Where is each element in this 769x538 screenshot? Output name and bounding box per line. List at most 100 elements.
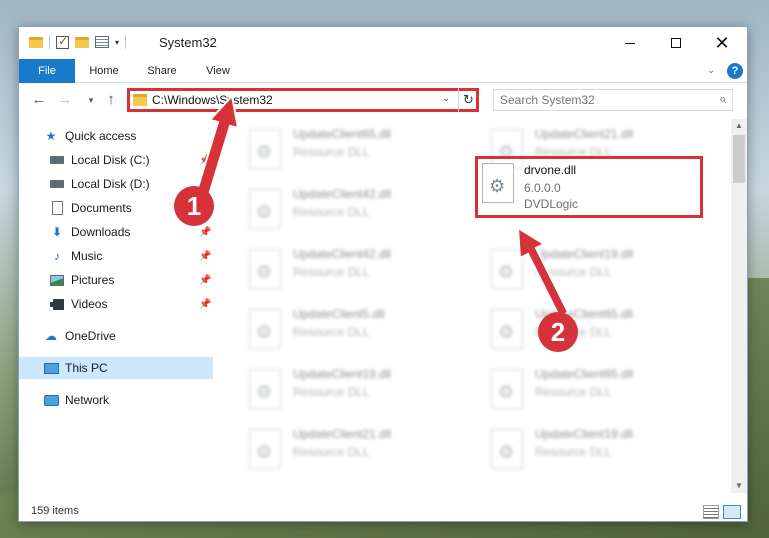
back-button[interactable]: ← [29, 90, 49, 110]
scroll-up-icon[interactable]: ▲ [731, 119, 747, 133]
item-count: 159 items [31, 505, 79, 517]
maximize-button[interactable] [653, 27, 699, 59]
scroll-down-icon[interactable]: ▼ [731, 479, 747, 493]
search-input[interactable] [494, 90, 704, 110]
sidebar-item-label: Local Disk (D:) [71, 177, 150, 191]
file-item[interactable]: UpdateClient21.dll Resource DLL [241, 423, 471, 479]
sidebar-item-network[interactable]: Network [43, 389, 237, 411]
file-item[interactable]: UpdateClient5.dll Resource DLL [241, 303, 471, 359]
file-item[interactable]: UpdateClient65.dll Resource DLL [483, 303, 713, 359]
cloud-icon: ☁ [45, 329, 57, 343]
download-icon: ⬇ [51, 225, 63, 239]
sidebar-item-label: Local Disk (C:) [71, 153, 150, 167]
minimize-button[interactable] [607, 27, 653, 59]
disk-icon [49, 177, 65, 191]
pin-icon[interactable]: 📌 [199, 227, 211, 238]
sidebar-item-label: Network [65, 393, 110, 407]
dll-file-icon [249, 249, 281, 289]
star-icon: ★ [45, 129, 57, 143]
sidebar-item-music[interactable]: ♪ Music 📌 [49, 245, 243, 267]
sidebar-item-label: Documents [71, 201, 132, 215]
sidebar-item-label: OneDrive [65, 329, 116, 343]
tab-share[interactable]: Share [137, 59, 187, 83]
file-name: UpdateClient19.dll [535, 427, 634, 441]
title-bar: ▾ System32 ✕ [19, 27, 747, 59]
minimize-icon [625, 42, 635, 44]
sidebar-item-quick-access[interactable]: ★ Quick access [43, 125, 237, 147]
separator [125, 35, 127, 49]
disk-icon [49, 153, 65, 167]
dll-file-icon [249, 309, 281, 349]
vertical-scrollbar[interactable]: ▲ ▼ [731, 119, 747, 493]
navigation-pane: ★ Quick access Local Disk (C:) 📌 Local D… [19, 119, 213, 491]
properties-check-icon[interactable] [56, 34, 69, 49]
sidebar-item-this-pc[interactable]: This PC [19, 357, 213, 379]
file-item[interactable]: UpdateClient19.dll Resource DLL [483, 243, 713, 299]
help-icon[interactable]: ? [727, 63, 743, 79]
large-icons-view-icon[interactable] [723, 505, 741, 519]
dll-file-icon [491, 369, 523, 409]
file-type: Resource DLL [293, 385, 370, 399]
forward-button[interactable]: → [55, 90, 75, 110]
up-button[interactable]: ↑ [101, 90, 121, 110]
sidebar-item-downloads[interactable]: ⬇ Downloads 📌 [49, 221, 243, 243]
file-type: Resource DLL [293, 445, 370, 459]
tab-home[interactable]: Home [81, 59, 127, 83]
sidebar-item-local-disk-c[interactable]: Local Disk (C:) 📌 [49, 149, 243, 171]
scroll-thumb[interactable] [733, 135, 745, 183]
search-icon[interactable]: ⌕ [719, 91, 726, 107]
details-view-icon[interactable] [703, 505, 719, 519]
chevron-down-icon[interactable]: ⌄ [442, 93, 450, 104]
pin-icon[interactable]: 📌 [199, 251, 211, 262]
window-title: System32 [159, 35, 217, 50]
navigation-bar: ← → ▾ ↑ C:\Windows\System32 ⌄ ↻ ⌕ [19, 84, 747, 116]
file-name: UpdateClient19.dll [293, 367, 392, 381]
sidebar-item-videos[interactable]: Videos 📌 [49, 293, 243, 315]
network-icon [43, 393, 59, 407]
recent-locations-button[interactable]: ▾ [81, 90, 101, 110]
refresh-button[interactable]: ↻ [458, 88, 478, 112]
sidebar-item-local-disk-d[interactable]: Local Disk (D:) 📌 [49, 173, 243, 195]
dll-file-icon [491, 429, 523, 469]
tab-file[interactable]: File [19, 59, 75, 83]
tab-view[interactable]: View [197, 59, 239, 83]
pin-icon[interactable]: 📌 [199, 155, 211, 166]
sidebar-item-label: This PC [65, 361, 108, 375]
dll-file-icon [249, 189, 281, 229]
dll-file-icon [249, 369, 281, 409]
quick-access-toolbar: ▾ [29, 34, 127, 49]
file-type: Resource DLL [535, 265, 612, 279]
folder-icon[interactable] [29, 36, 43, 48]
customize-toolbar-icon[interactable] [95, 36, 109, 48]
file-item[interactable]: UpdateClient42.dll Resource DLL [241, 243, 471, 299]
file-item[interactable]: UpdateClient19.dll Resource DLL [241, 363, 471, 419]
folder-icon [133, 94, 147, 106]
dll-file-icon [491, 249, 523, 289]
address-bar[interactable]: C:\Windows\System32 ⌄ ↻ [127, 88, 479, 112]
step-1-badge: 1 [174, 186, 214, 226]
videos-icon [49, 297, 65, 311]
sidebar-item-label: Videos [71, 297, 108, 311]
separator [49, 35, 50, 49]
new-folder-icon[interactable] [75, 36, 89, 48]
sidebar-item-label: Downloads [71, 225, 131, 239]
chevron-down-icon[interactable]: ▾ [115, 38, 119, 47]
address-path[interactable]: C:\Windows\System32 [152, 93, 273, 107]
file-item[interactable]: UpdateClient19.dll Resource DLL [483, 423, 713, 479]
file-name: UpdateClient42.dll [293, 187, 392, 201]
sidebar-item-onedrive[interactable]: ☁ OneDrive [43, 325, 237, 347]
file-item[interactable]: UpdateClient65.dll Resource DLL [483, 363, 713, 419]
dll-file-icon [249, 129, 281, 169]
file-type: Resource DLL [535, 445, 612, 459]
file-name: UpdateClient65.dll [535, 367, 634, 381]
file-name: UpdateClient65.dll [293, 127, 392, 141]
search-box[interactable]: ⌕ [493, 89, 733, 111]
expand-ribbon-icon[interactable]: ⌄ [707, 65, 715, 76]
file-item[interactable]: UpdateClient42.dll Resource DLL [241, 183, 471, 239]
pin-icon[interactable]: 📌 [199, 275, 211, 286]
sidebar-item-pictures[interactable]: Pictures 📌 [49, 269, 243, 291]
file-type: Resource DLL [293, 145, 370, 159]
file-item[interactable]: UpdateClient65.dll Resource DLL [241, 123, 471, 179]
close-button[interactable]: ✕ [699, 27, 745, 59]
pin-icon[interactable]: 📌 [199, 299, 211, 310]
